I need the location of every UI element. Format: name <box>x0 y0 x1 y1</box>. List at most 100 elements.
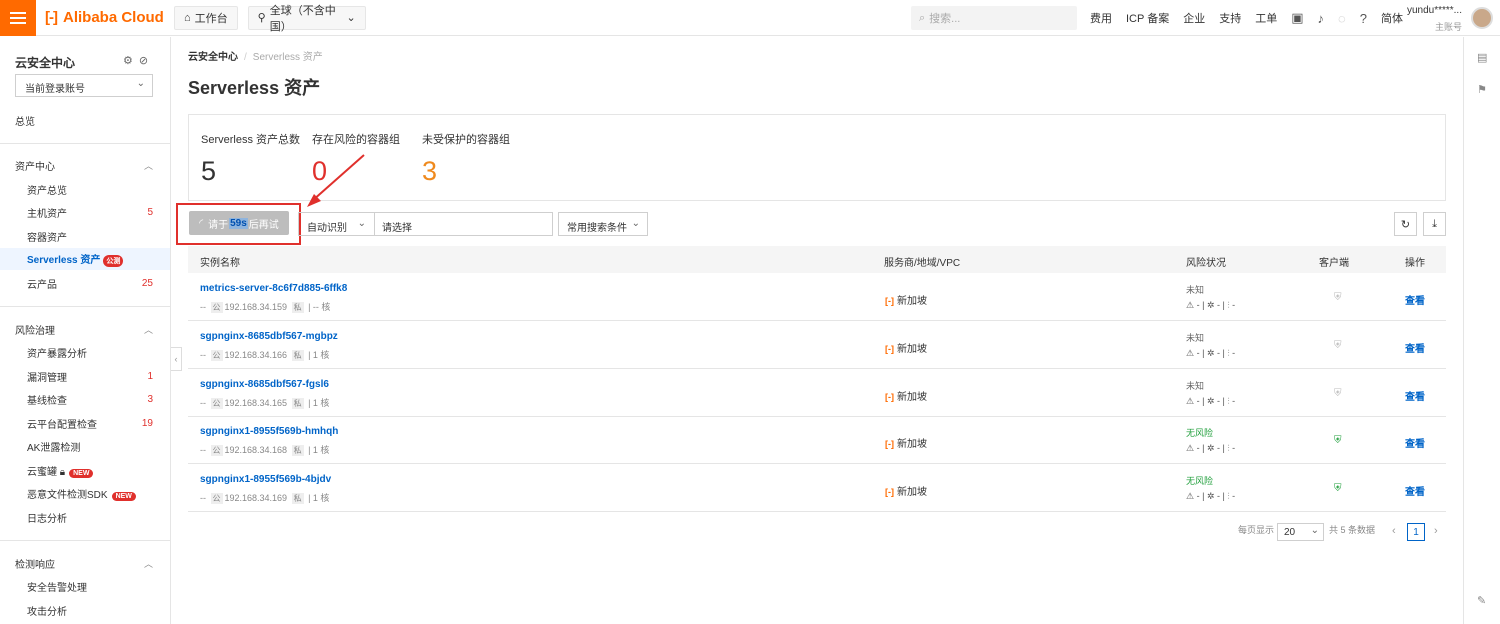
bell-icon[interactable]: ♪ <box>1318 11 1325 26</box>
region-selector[interactable]: ⚲ 全球（不含中国） ⌄ <box>247 5 366 33</box>
sidebar-item-baseline[interactable]: 基线检查 3 <box>0 388 170 410</box>
sidebar-item-ak-leak[interactable]: AK泄露检测 <box>0 435 170 457</box>
refresh-icon: ↻ <box>1400 218 1411 231</box>
risk-status: 未知 <box>1186 381 1205 391</box>
language-switch[interactable]: 简体 <box>1381 10 1403 26</box>
baseline-icon: ⫶ <box>1227 348 1230 358</box>
per-page-select[interactable]: 20 ⌄ <box>1277 523 1324 541</box>
sidebar-item-attack-analysis[interactable]: 攻击分析 <box>0 599 170 621</box>
edit-icon[interactable]: ✎ <box>1477 594 1486 607</box>
risk-indicators: ⚠︎ - | ✲ - | ⫶ - <box>1186 443 1236 453</box>
gear-icon[interactable]: ⚙ <box>123 55 139 67</box>
instance-name-link[interactable]: metrics-server-8c6f7d885-6ffk8 <box>200 283 347 294</box>
sidebar-item-serverless-assets[interactable]: Serverless 资产 公测 <box>0 248 170 270</box>
column-header-provider: 服务商/地域/VPC <box>884 258 961 269</box>
sidebar-item-alerts[interactable]: 安全告警处理 <box>0 575 170 597</box>
global-search-input[interactable]: ⌕ 搜索... <box>911 6 1077 30</box>
user-info[interactable]: yundu*****... 主账号 <box>1404 5 1462 33</box>
table-row: sgpnginx1-8955f569b-hmhqh -- 公 192.168.34… <box>188 416 1446 464</box>
nav-enterprise[interactable]: 企业 <box>1183 10 1205 26</box>
alibaba-cloud-icon: [-] <box>885 439 894 449</box>
nav-billing[interactable]: 费用 <box>1090 10 1112 26</box>
sidebar-item-host-assets[interactable]: 主机资产 5 <box>0 201 170 223</box>
filter-input[interactable]: 请选择 <box>374 212 553 236</box>
sidebar-item-label: 云平台配置检查 <box>27 419 97 431</box>
brand-logo[interactable]: [-] Alibaba Cloud <box>45 9 171 26</box>
bug-icon: ✲ <box>1206 396 1215 406</box>
view-link[interactable]: 查看 <box>1405 388 1425 403</box>
sidebar-item-log-analysis[interactable]: 日志分析 <box>0 506 170 528</box>
refresh-button[interactable]: ↻ <box>1394 212 1417 236</box>
user-name: yundu*****... <box>1406 5 1462 16</box>
sidebar-item-asset-overview[interactable]: 资产总览 <box>0 178 170 200</box>
nav-support[interactable]: 支持 <box>1219 10 1241 26</box>
chevron-up-icon: ︿ <box>143 160 153 171</box>
client-shield-icon: ⛨ <box>1334 388 1342 399</box>
provider-cell: [-] 新加坡 <box>885 435 927 450</box>
next-page-icon[interactable]: › <box>1434 525 1438 537</box>
view-link[interactable]: 查看 <box>1405 435 1425 450</box>
provider-cell: [-] 新加坡 <box>885 388 927 403</box>
instance-name-link[interactable]: sgpnginx-8685dbf567-fgsl6 <box>200 379 329 390</box>
per-page-value: 20 <box>1284 527 1296 538</box>
beta-badge: 公测 <box>103 255 124 267</box>
eye-off-icon[interactable]: ⊘ <box>139 55 154 67</box>
sidebar-item-container-assets[interactable]: 容器资产 <box>0 225 170 247</box>
flag-icon[interactable]: ⚑ <box>1477 83 1487 96</box>
common-search-select[interactable]: 常用搜索条件 ⌄ <box>558 212 648 236</box>
help-icon[interactable]: ? <box>1360 11 1367 26</box>
download-button[interactable]: ⤓ <box>1423 212 1446 236</box>
brand-name: Alibaba Cloud <box>63 9 164 26</box>
sidebar-group-risk[interactable]: 风险治理 ︿ <box>0 318 170 340</box>
account-select[interactable]: 当前登录账号 ⌄ <box>15 74 153 97</box>
baseline-icon: ⫶ <box>1227 396 1230 406</box>
identify-select[interactable]: 自动识别 ⌄ <box>298 212 375 236</box>
divider <box>0 540 170 541</box>
chevron-up-icon: ︿ <box>143 558 153 569</box>
chevron-down-icon: ⌄ <box>357 218 366 229</box>
instance-name-link[interactable]: sgpnginx1-8955f569b-hmhqh <box>200 426 338 437</box>
sidebar-item-malware-sdk[interactable]: 恶意文件检测SDK NEW <box>0 482 170 504</box>
risk-indicators: ⚠︎ - | ✲ - | ⫶ - <box>1186 348 1236 358</box>
table-row: sgpnginx1-8955f569b-4bjdv -- 公 192.168.34… <box>188 464 1446 512</box>
view-link[interactable]: 查看 <box>1405 292 1425 307</box>
instance-ip: 192.168.34.159 <box>224 302 288 312</box>
alibaba-cloud-icon: [-] <box>885 392 894 402</box>
instance-cores: -- 核 <box>312 302 331 312</box>
lightbulb-icon[interactable]: ◌ <box>1338 11 1346 26</box>
view-link[interactable]: 查看 <box>1405 483 1425 498</box>
workbench-button[interactable]: ⌂ 工作台 <box>174 5 238 30</box>
sidebar-group-detection[interactable]: 检测响应 ︿ <box>0 552 170 574</box>
terminal-icon[interactable]: ▣ <box>1291 10 1303 26</box>
sidebar-item-exposure[interactable]: 资产暴露分析 <box>0 341 170 363</box>
page-number-current[interactable]: 1 <box>1407 523 1425 541</box>
nav-ticket[interactable]: 工单 <box>1255 10 1277 26</box>
menu-icon[interactable] <box>0 0 36 36</box>
group-label: 检测响应 <box>15 559 55 571</box>
view-link[interactable]: 查看 <box>1405 340 1425 355</box>
top-nav: 费用 ICP 备案 企业 支持 工单 ▣ ♪ ◌ ? 简体 <box>1090 0 1403 36</box>
nav-icp[interactable]: ICP 备案 <box>1126 10 1169 26</box>
sidebar-item-label: 恶意文件检测SDK <box>27 489 108 501</box>
prev-page-icon[interactable]: ‹ <box>1392 525 1396 537</box>
identify-value: 自动识别 <box>307 223 347 234</box>
chevron-down-icon: ⌄ <box>631 218 640 229</box>
instance-meta: -- 公 192.168.34.169 私 | 1 核 <box>200 493 330 504</box>
stat-value[interactable]: 3 <box>422 156 437 187</box>
sidebar-item-vulnerability[interactable]: 漏洞管理 1 <box>0 365 170 387</box>
instance-name-link[interactable]: sgpnginx-8685dbf567-mgbpz <box>200 331 338 342</box>
table-header: 实例名称 服务商/地域/VPC 风险状况 客户端 操作 <box>188 246 1446 273</box>
sidebar-group-assets[interactable]: 资产中心 ︿ <box>0 154 170 176</box>
risk-status: 无风险 <box>1186 476 1214 486</box>
sidebar-title: 云安全中心 <box>15 56 76 70</box>
sidebar-item-overview[interactable]: 总览 <box>0 109 170 131</box>
sidebar-item-honeypot[interactable]: 云蜜罐 🔒︎ NEW <box>0 459 170 481</box>
avatar[interactable] <box>1471 7 1493 29</box>
column-header-client: 客户端 <box>1319 258 1349 269</box>
document-icon[interactable]: ▤ <box>1477 51 1487 64</box>
common-search-label: 常用搜索条件 <box>567 223 627 234</box>
user-role: 主账号 <box>1434 22 1462 32</box>
instance-name-link[interactable]: sgpnginx1-8955f569b-4bjdv <box>200 474 331 485</box>
sidebar-item-config-check[interactable]: 云平台配置检查 19 <box>0 412 170 434</box>
sidebar-item-cloud-products[interactable]: 云产品 25 <box>0 272 170 294</box>
